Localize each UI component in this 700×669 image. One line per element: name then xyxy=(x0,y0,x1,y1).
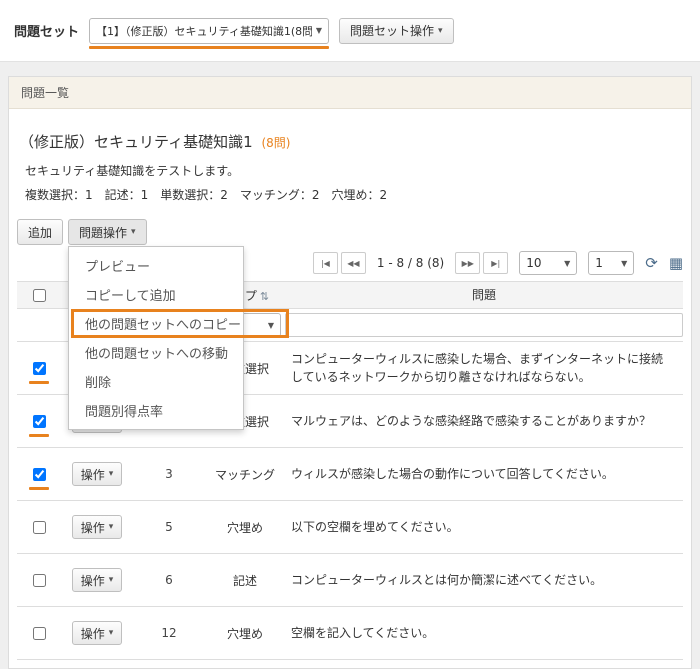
page-number-select[interactable]: 1 ▼ xyxy=(588,251,634,275)
question-filter-input[interactable] xyxy=(285,313,683,337)
chevron-down-icon: ▼ xyxy=(268,321,274,330)
menu-item[interactable]: 他の問題セットへの移動 xyxy=(69,338,243,367)
question-text: コンピューターウィルスとは何か簡潔に述べてください。 xyxy=(285,554,683,607)
panel-body: （修正版）セキュリティ基礎知識1 (8問) セキュリティ基礎知識をテストします。… xyxy=(9,109,691,668)
menu-item[interactable]: 削除 xyxy=(69,367,243,396)
page-background: 問題一覧 （修正版）セキュリティ基礎知識1 (8問) セキュリティ基礎知識をテス… xyxy=(0,62,700,669)
question-operations-dropdown: 問題操作 ▾ プレビュー コピーして追加 xyxy=(68,219,147,245)
caret-down-icon: ▾ xyxy=(109,469,114,479)
question-text: コンピューターウィルスに感染した場合、まずインターネットに接続しているネットワー… xyxy=(285,342,683,395)
question-list-panel: 問題一覧 （修正版）セキュリティ基礎知識1 (8問) セキュリティ基礎知識をテス… xyxy=(8,76,692,669)
annotation-underline xyxy=(29,381,49,384)
row-select-checkbox[interactable] xyxy=(33,468,46,481)
question-type: マッチング xyxy=(205,448,285,501)
question-set-title: （修正版）セキュリティ基礎知識1 (8問) xyxy=(19,131,681,152)
question-operations-button[interactable]: 問題操作 ▾ xyxy=(68,219,147,245)
menu-item-label: プレビュー xyxy=(85,260,150,275)
question-row: 操作 ▾ 6 記述 コンピューターウィルスとは何か簡潔に述べてください。 xyxy=(17,554,683,607)
question-operations-label: 問題操作 xyxy=(79,224,127,241)
question-type-stats: 複数選択：1 記述：1 単数選択：2 マッチング：2 穴埋め：2 xyxy=(25,186,681,203)
question-text: 以下の空欄を埋めてください。 xyxy=(285,501,683,554)
question-count-badge: (8問) xyxy=(261,136,290,150)
chevron-down-icon: ▼ xyxy=(564,259,570,268)
row-action-button[interactable]: 操作 ▾ xyxy=(72,568,123,592)
question-set-select[interactable]: 【1】（修正版）セキュリティ基礎知識1(8問) ▼ xyxy=(89,18,329,44)
question-set-toolbar: 問題セット 【1】（修正版）セキュリティ基礎知識1(8問) ▼ 問題セット操作 … xyxy=(0,0,700,62)
menu-item[interactable]: 他の問題セットへのコピー xyxy=(69,309,243,338)
question-number: 3 xyxy=(133,448,205,501)
question-number: 12 xyxy=(133,607,205,660)
question-set-description: セキュリティ基礎知識をテストします。 xyxy=(25,162,681,179)
question-row: 操作 ▾ 3 マッチング ウィルスが感染した場合の動作について回答してください。 xyxy=(17,448,683,501)
refresh-icon[interactable]: ⟳ xyxy=(645,256,658,271)
menu-item-label: コピーして追加 xyxy=(85,289,176,304)
row-action-label: 操作 xyxy=(81,572,105,589)
row-select-checkbox[interactable] xyxy=(33,415,46,428)
menu-item-label: 問題別得点率 xyxy=(85,405,163,420)
question-set-operations-label: 問題セット操作 xyxy=(350,22,434,39)
question-row: 操作 ▾ 12 穴埋め 空欄を記入してください。 xyxy=(17,607,683,660)
question-text: マルウェアは、どのような感染経路で感染することがありますか？ xyxy=(285,395,683,448)
question-set-select-wrap: 【1】（修正版）セキュリティ基礎知識1(8問) ▼ xyxy=(89,18,329,44)
question-type: 穴埋め xyxy=(205,501,285,554)
question-set-select-value: 【1】（修正版）セキュリティ基礎知識1(8問) xyxy=(96,23,312,39)
caret-down-icon: ▾ xyxy=(109,522,114,532)
question-number: 5 xyxy=(133,501,205,554)
menu-item[interactable]: コピーして追加 xyxy=(69,280,243,309)
last-page-button[interactable]: ▶| xyxy=(483,252,508,274)
row-select-checkbox[interactable] xyxy=(33,521,46,534)
add-question-button[interactable]: 追加 xyxy=(17,219,63,245)
question-type: 穴埋め xyxy=(205,607,285,660)
question-number: 6 xyxy=(133,554,205,607)
row-action-button[interactable]: 操作 ▾ xyxy=(72,515,123,539)
row-action-label: 操作 xyxy=(81,466,105,483)
menu-item-label: 削除 xyxy=(85,376,111,391)
caret-down-icon: ▾ xyxy=(438,26,443,36)
row-select-checkbox[interactable] xyxy=(33,574,46,587)
question-column-header: 問題 xyxy=(285,282,683,309)
panel-header: 問題一覧 xyxy=(9,77,691,109)
annotation-underline xyxy=(29,487,49,490)
row-action-button[interactable]: 操作 ▾ xyxy=(72,621,123,645)
caret-down-icon: ▾ xyxy=(131,227,136,237)
caret-down-icon: ▾ xyxy=(109,628,114,638)
menu-item-label: 他の問題セットへのコピー xyxy=(85,318,241,333)
question-operations-menu: プレビュー コピーして追加 他の問題セットへのコピー xyxy=(68,246,244,430)
menu-item-label: 他の問題セットへの移動 xyxy=(85,347,228,362)
question-set-title-text: （修正版）セキュリティ基礎知識1 xyxy=(19,133,253,151)
row-action-label: 操作 xyxy=(81,519,105,536)
pagination-info: 1 - 8 / 8 (8) xyxy=(377,256,444,270)
sort-icon: ⇅ xyxy=(260,290,269,303)
menu-item[interactable]: プレビュー xyxy=(69,251,243,280)
first-page-button[interactable]: |◀ xyxy=(313,252,338,274)
next-page-button[interactable]: ▶▶ xyxy=(455,252,480,274)
question-row: 操作 ▾ 5 穴埋め 以下の空欄を埋めてください。 xyxy=(17,501,683,554)
chevron-down-icon: ▼ xyxy=(316,26,322,35)
row-action-label: 操作 xyxy=(81,625,105,642)
page-size-value: 10 xyxy=(526,256,541,270)
question-set-operations-button[interactable]: 問題セット操作 ▾ xyxy=(339,18,454,44)
question-text: 空欄を記入してください。 xyxy=(285,607,683,660)
question-set-label: 問題セット xyxy=(14,21,79,40)
question-text: ウィルスが感染した場合の動作について回答してください。 xyxy=(285,448,683,501)
row-select-checkbox[interactable] xyxy=(33,362,46,375)
annotation-underline xyxy=(29,434,49,437)
columns-icon[interactable]: ▦ xyxy=(669,256,683,271)
chevron-down-icon: ▼ xyxy=(621,259,627,268)
row-select-checkbox[interactable] xyxy=(33,627,46,640)
menu-item[interactable]: 問題別得点率 xyxy=(69,396,243,425)
row-action-button[interactable]: 操作 ▾ xyxy=(72,462,123,486)
caret-down-icon: ▾ xyxy=(109,575,114,585)
question-toolbar: 追加 問題操作 ▾ プレビュー xyxy=(17,219,683,245)
prev-page-button[interactable]: ◀◀ xyxy=(341,252,366,274)
page-number-value: 1 xyxy=(595,256,603,270)
question-type: 記述 xyxy=(205,554,285,607)
annotation-underline xyxy=(89,46,329,49)
select-all-checkbox[interactable] xyxy=(33,289,46,302)
page-size-select[interactable]: 10 ▼ xyxy=(519,251,577,275)
